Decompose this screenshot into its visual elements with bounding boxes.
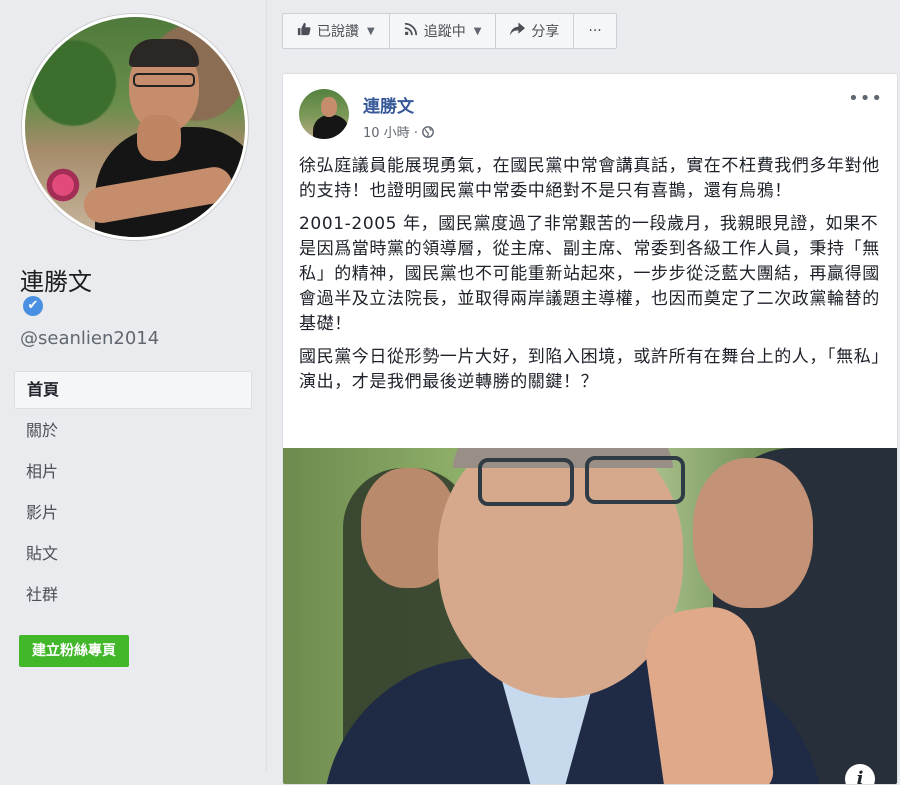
post-paragraph: 2001-2005 年，國民黨度過了非常艱苦的一段歲月，我親眼見證，如果不是因爲… — [299, 214, 880, 334]
avatar-glasses — [133, 73, 195, 87]
thumbs-up-icon — [297, 22, 311, 40]
post-author-avatar[interactable] — [299, 89, 349, 139]
liked-label: 已說讚 — [317, 24, 359, 40]
post-paragraph: 徐弘庭議員能展現勇氣，在國民黨中常會講真話，實在不枉費我們多年對他的支持！也證明… — [299, 156, 880, 201]
page-action-bar: 已說讚 ▼ 追蹤中 ▼ 分享 ··· — [282, 13, 617, 49]
meta-separator: · — [413, 126, 418, 141]
post-options-button[interactable]: ••• — [848, 88, 883, 109]
avatar-head — [321, 97, 337, 117]
nav-item-home[interactable]: 首頁 — [14, 371, 252, 409]
rss-icon — [404, 22, 418, 40]
share-label: 分享 — [531, 24, 560, 40]
share-button[interactable]: 分享 — [496, 14, 575, 48]
subject-glasses — [478, 458, 574, 506]
avatar-torso — [313, 115, 349, 139]
post-card: 連勝文 10 小時 · ••• 徐弘庭議員能展現勇氣，在國民黨中常會講真話，實在… — [282, 73, 898, 785]
chevron-down-icon: ▼ — [473, 25, 482, 37]
profile-name[interactable]: 連勝文 — [20, 262, 92, 297]
nav-item-posts[interactable]: 貼文 — [14, 535, 252, 576]
post-meta: 10 小時 · — [363, 122, 435, 141]
post-text: 徐弘庭議員能展現勇氣，在國民黨中常會講真話，實在不枉費我們多年對他的支持！也證明… — [299, 154, 884, 403]
following-label: 追蹤中 — [423, 24, 466, 40]
create-page-button[interactable]: 建立粉絲專頁 — [19, 635, 129, 667]
nav-item-about[interactable]: 關於 — [14, 412, 252, 453]
post-photo[interactable]: i — [283, 448, 897, 784]
globe-icon — [422, 126, 435, 141]
page-nav: 首頁 關於 相片 影片 貼文 社群 — [14, 371, 252, 617]
subject-glasses — [585, 456, 685, 504]
liked-button[interactable]: 已說讚 ▼ — [283, 14, 390, 48]
nav-item-photos[interactable]: 相片 — [14, 453, 252, 494]
verified-badge-icon: ✔ — [23, 296, 43, 316]
left-sidebar: 連勝文 ✔ @seanlien2014 首頁 關於 相片 影片 貼文 社群 建立… — [0, 0, 267, 771]
post-paragraph: 國民黨今日從形勢一片大好，到陷入困境，或許所有在舞台上的人，「無私」演出，才是我… — [299, 347, 881, 392]
profile-handle[interactable]: @seanlien2014 — [20, 328, 159, 349]
avatar-hair — [129, 39, 199, 67]
more-dots-icon: ··· — [588, 23, 602, 39]
profile-picture[interactable] — [22, 14, 248, 240]
chevron-down-icon: ▼ — [367, 25, 375, 37]
share-arrow-icon — [510, 22, 526, 40]
flowers-decoration — [43, 167, 83, 203]
post-timestamp[interactable]: 10 小時 — [363, 126, 410, 141]
background-person-head — [693, 458, 813, 608]
following-button[interactable]: 追蹤中 ▼ — [390, 14, 497, 48]
more-options-button[interactable]: ··· — [574, 14, 615, 48]
nav-item-community[interactable]: 社群 — [14, 576, 252, 617]
avatar-fist — [137, 115, 181, 161]
nav-item-videos[interactable]: 影片 — [14, 494, 252, 535]
post-author-name[interactable]: 連勝文 — [363, 92, 414, 117]
